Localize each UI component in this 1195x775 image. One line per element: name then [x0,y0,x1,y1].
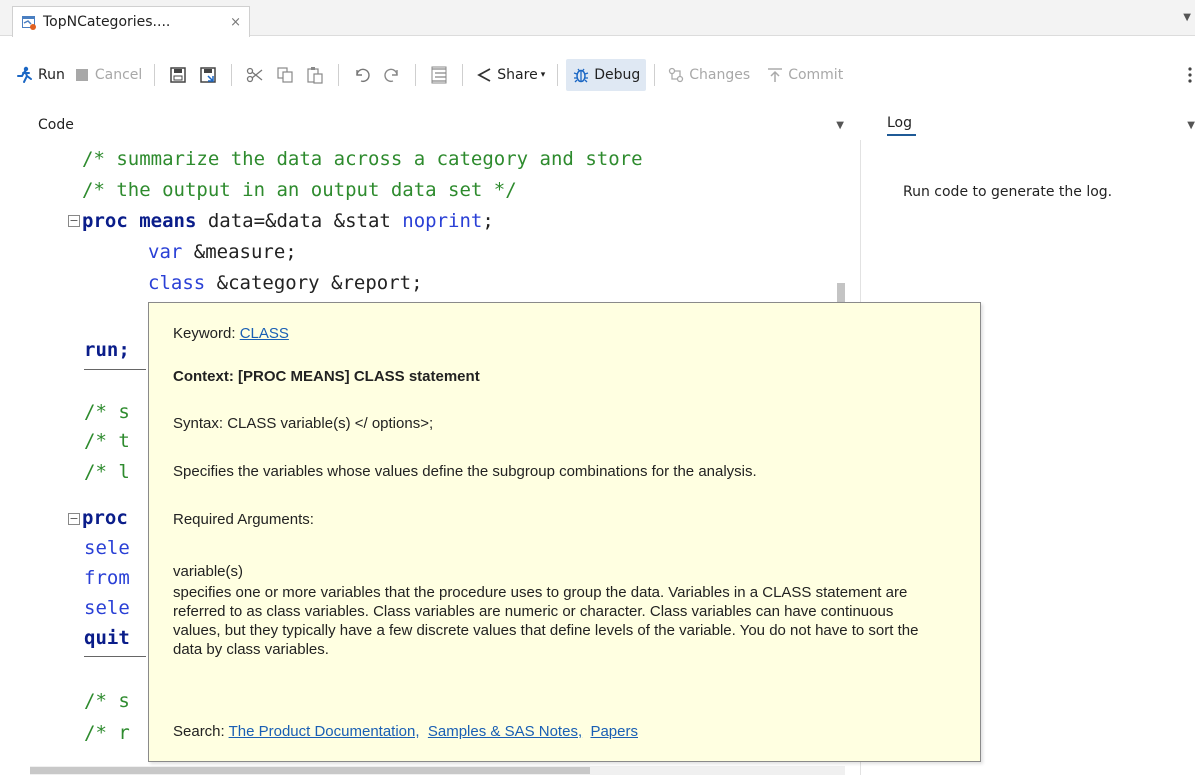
code-line: /* l [84,461,130,483]
code-keyword: class [148,272,206,294]
code-line: /* the output in an output data set */ [82,179,517,201]
block-end-line [84,369,146,370]
syntax-help-tooltip: Keyword: CLASS Context: [PROC MEANS] CLA… [148,302,981,762]
code-text: ; [482,210,494,232]
chevron-down-icon[interactable]: ▼ [1187,120,1195,131]
code-line: proc [82,507,128,529]
code-horizontal-scrollbar[interactable] [30,766,845,775]
close-icon[interactable]: × [230,15,241,30]
code-line: quit [84,627,130,649]
sas-program-icon [21,14,37,30]
share-button[interactable]: Share ▾ [471,59,549,91]
bug-icon [572,66,590,84]
log-empty-message: Run code to generate the log. [903,184,1113,200]
tooltip-context: Context: [PROC MEANS] CLASS statement [173,368,480,385]
share-label: Share [497,67,538,83]
commit-icon [766,66,784,84]
code-text: &category &report; [205,272,423,294]
search-label: Search: [173,723,229,740]
toolbar: Run Cancel Share ▾ Debug Changes Commit [0,56,1195,94]
code-option: noprint [402,210,483,232]
tooltip-summary: Specifies the variables whose values def… [173,463,757,480]
log-pane-header[interactable]: Log ▼ [860,110,1195,140]
toolbar-separator [154,64,156,86]
commit-label: Commit [788,67,844,83]
save-as-icon[interactable] [196,63,220,87]
code-text: &measure; [182,241,297,263]
code-line: /* summarize the data across a category … [82,148,643,170]
cut-icon[interactable] [243,63,267,87]
format-code-icon[interactable] [427,63,451,87]
debug-label: Debug [594,67,641,83]
tooltip-syntax: Syntax: CLASS variable(s) </ options>; [173,415,434,432]
toolbar-separator [338,64,340,86]
tooltip-argument-name: variable(s) [173,563,244,580]
code-line: run; [84,339,130,361]
papers-link[interactable]: Papers [590,723,638,740]
toolbar-separator [462,64,464,86]
code-line: var &measure; [148,237,297,268]
changes-label: Changes [689,67,751,83]
keyword-label: Keyword: [173,325,240,342]
code-keyword: proc means [82,210,197,232]
changes-icon [667,66,685,84]
samples-notes-link[interactable]: Samples & SAS Notes, [428,723,582,740]
fold-toggle-icon[interactable]: − [68,215,80,227]
cancel-button[interactable]: Cancel [69,59,146,91]
run-button[interactable]: Run [12,59,69,91]
cancel-label: Cancel [94,67,143,83]
caret-down-icon: ▾ [540,70,546,80]
toolbar-separator [231,64,233,86]
stop-icon [73,66,91,84]
block-end-line [84,656,146,657]
tab-topncategories[interactable]: TopNCategories.... × [12,6,250,37]
code-text: data=&data &stat [196,210,403,232]
code-line: /* r [84,722,130,744]
more-options-icon[interactable] [1187,66,1193,88]
share-icon [475,66,493,84]
code-line: proc means data=&data &stat noprint; [82,206,494,237]
code-line: class &category &report; [148,268,423,299]
code-pane-title: Code [38,117,74,133]
code-line: sele [84,597,130,619]
code-line: /* s [84,690,130,712]
chevron-down-icon[interactable]: ▼ [836,120,844,131]
undo-icon[interactable] [350,63,374,87]
code-line: sele [84,537,130,559]
code-line: from [84,567,130,589]
product-documentation-link[interactable]: The Product Documentation, [229,723,420,740]
paste-icon[interactable] [303,63,327,87]
toolbar-separator [654,64,656,86]
tab-title: TopNCategories.... [43,14,171,30]
run-label: Run [38,67,65,83]
save-icon[interactable] [166,63,190,87]
code-line: /* t [84,430,130,452]
log-pane-title: Log [887,115,917,136]
toolbar-separator [557,64,559,86]
changes-button[interactable]: Changes [663,59,754,91]
scroll-thumb[interactable] [30,767,590,774]
keyword-link[interactable]: CLASS [240,325,289,342]
code-line: /* s [84,401,130,423]
tooltip-required-heading: Required Arguments: [173,511,314,528]
tooltip-search-row: Search: The Product Documentation, Sampl… [173,723,638,740]
tooltip-keyword-row: Keyword: CLASS [173,325,289,342]
tooltip-argument-description: specifies one or more variables that the… [173,584,919,658]
redo-icon[interactable] [380,63,404,87]
fold-toggle-icon[interactable]: − [68,513,80,525]
commit-button[interactable]: Commit [762,59,847,91]
copy-icon[interactable] [273,63,297,87]
code-keyword: var [148,241,183,263]
debug-button[interactable]: Debug [566,59,647,91]
editor-tabstrip: TopNCategories.... × ▼ [0,0,1195,37]
code-pane-header[interactable]: Code ▼ [0,110,860,140]
toolbar-separator [415,64,417,86]
run-icon [16,66,34,84]
chevron-down-icon[interactable]: ▼ [1183,12,1191,23]
